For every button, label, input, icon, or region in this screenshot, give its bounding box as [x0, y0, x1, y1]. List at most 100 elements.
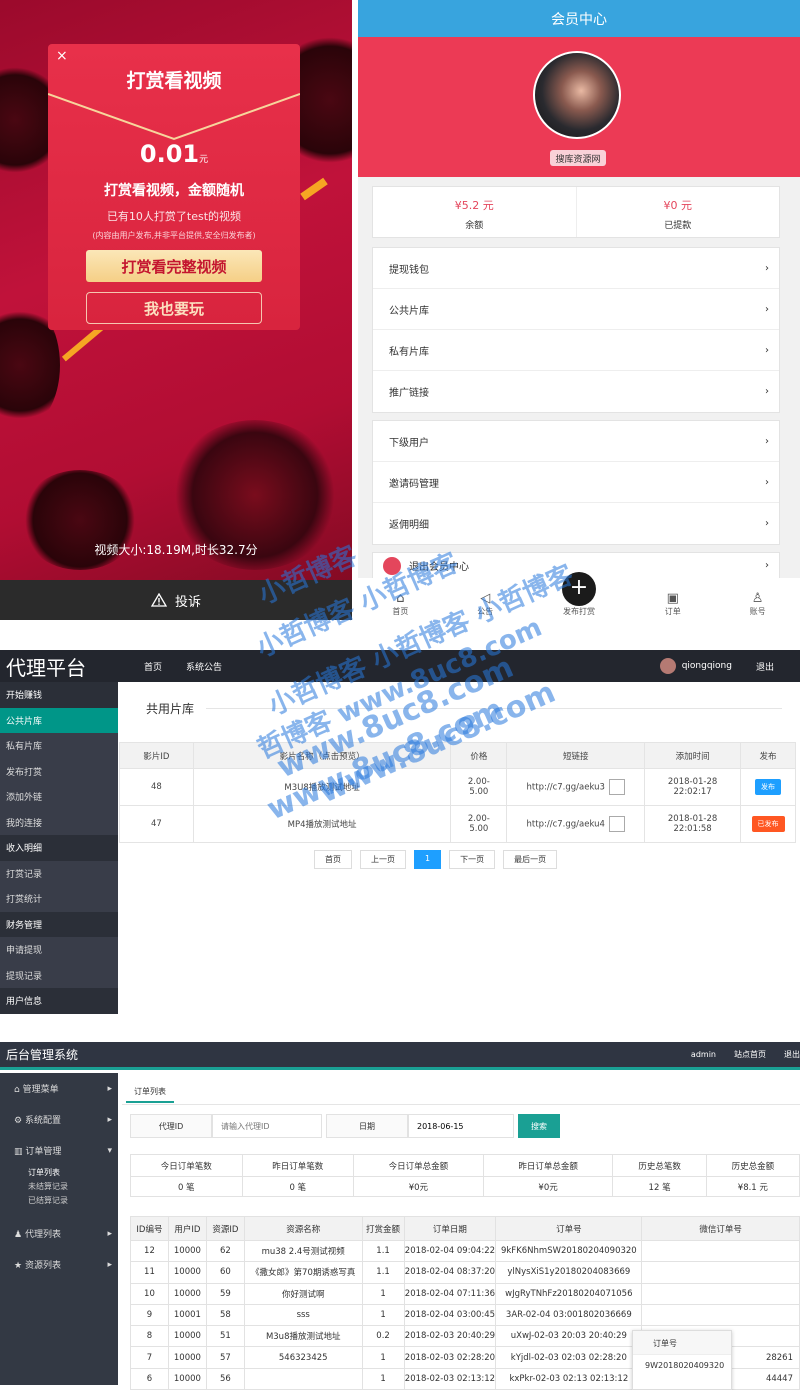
table-row: 12 10000 62 mu38 2.4号测试视频 1.1 2018-02-04 09:0…	[130, 1239, 800, 1263]
cell-time: 2018-01-28 22:02:17	[644, 768, 742, 806]
search-button[interactable]: 搜索	[518, 1114, 560, 1138]
table-cell: 6	[130, 1367, 169, 1390]
table-cell: 7	[130, 1346, 169, 1369]
cell-name[interactable]: M3U8播放测试地址	[192, 768, 452, 806]
cell-link[interactable]: http://c7.gg/aeku4	[506, 805, 646, 843]
sidebar-item[interactable]: 申请提现	[0, 937, 118, 963]
tab-notice[interactable]: ◁ 公告	[477, 591, 493, 617]
menu-item-private-library[interactable]: 私有片库 ›	[373, 330, 779, 371]
column-header: 资源ID	[205, 1216, 245, 1241]
envelope-flap	[48, 93, 300, 141]
menu-item-wallet[interactable]: 提现钱包 ›	[373, 248, 779, 289]
table-cell: 你好测试啊	[243, 1282, 363, 1305]
menu-item-public-library[interactable]: 公共片库 ›	[373, 289, 779, 330]
published-button[interactable]: 已发布	[751, 816, 785, 832]
play-too-button[interactable]: 我也要玩	[86, 292, 262, 324]
sidebar-item[interactable]: 添加外链	[0, 784, 118, 810]
admin-user[interactable]: admin	[691, 1050, 716, 1059]
tab-orders[interactable]: ▣ 订单	[665, 591, 681, 617]
agent-id-input[interactable]	[212, 1114, 322, 1138]
table-cell: wJgRyTNhFz20180204071056	[495, 1282, 643, 1305]
sidebar-item[interactable]: 公共片库	[0, 707, 118, 733]
page-button[interactable]: 下一页	[449, 850, 496, 869]
publish-button[interactable]: 发布	[755, 779, 782, 795]
admin-sidebar: ⌂ 管理菜单 ▸ ⚙ 系统配置 ▸ ▥ 订单管理 ▾ 订单列表 未结算记录 已结算记录…	[0, 1073, 118, 1385]
logout-link[interactable]: 退出	[756, 660, 774, 673]
chevron-right-icon: ›	[765, 303, 769, 315]
short-link[interactable]: http://c7.gg/aeku3	[527, 783, 605, 793]
sidebar-item-config[interactable]: ⚙ 系统配置 ▸	[0, 1104, 118, 1135]
report-bar[interactable]: 投诉	[0, 580, 352, 620]
tab-publish[interactable]: + 发布打赏	[561, 572, 596, 617]
table-cell: 1.1	[361, 1239, 405, 1263]
avatar-label: 搜库资源网	[550, 150, 606, 166]
stat-label: 今日订单总金额	[353, 1154, 484, 1177]
user-icon: ♙	[751, 591, 764, 606]
menu-item-promo-link[interactable]: 推广链接 ›	[373, 371, 779, 412]
logout-icon	[383, 556, 401, 575]
admin-logout[interactable]: 退出	[784, 1049, 800, 1060]
table-row: 47 MP4播放测试地址 2.00- 5.00 http://c7.gg/aeku4 2…	[119, 805, 796, 843]
nav-announcement[interactable]: 系统公告	[186, 660, 222, 673]
sidebar-item-menu[interactable]: ⌂ 管理菜单 ▸	[0, 1073, 118, 1104]
table-cell: 1	[361, 1346, 405, 1369]
user-avatar[interactable]	[659, 658, 676, 674]
tab-order-list[interactable]: 订单列表	[126, 1082, 174, 1103]
stat-label: 昨日订单总金额	[482, 1154, 614, 1177]
cell-name[interactable]: MP4播放测试地址	[192, 805, 452, 843]
qr-image-icon	[608, 816, 625, 832]
divider	[206, 708, 782, 709]
submenu-order-list[interactable]: 订单列表	[28, 1166, 118, 1180]
nav-home[interactable]: 首页	[144, 660, 162, 673]
agent-platform: 代理平台 首页 系统公告 qiongqiong 退出 开始赚钱 公共片库 私有片库发…	[0, 650, 800, 1014]
table-cell: 10000	[167, 1325, 207, 1348]
column-header: 用户ID	[167, 1216, 207, 1241]
menu-item-sub-users[interactable]: 下级用户 ›	[373, 421, 779, 462]
sidebar-item[interactable]: 我的连接	[0, 810, 118, 836]
sidebar-item-agents[interactable]: ♟ 代理列表 ▸	[0, 1218, 118, 1249]
sidebar-item[interactable]: 私有片库	[0, 733, 118, 759]
watch-full-button[interactable]: 打赏看完整视频	[86, 250, 262, 282]
date-input[interactable]	[408, 1114, 514, 1138]
chevron-right-icon: ›	[765, 435, 769, 447]
tab-account[interactable]: ♙ 账号	[750, 591, 766, 617]
table-cell: 10000	[167, 1239, 207, 1263]
sidebar-item[interactable]: 用户信息	[0, 988, 118, 1014]
sidebar-item-resources[interactable]: ★ 资源列表 ▸	[0, 1249, 118, 1280]
orders-submenu: 订单列表 未结算记录 已结算记录	[0, 1166, 118, 1208]
sidebar-item[interactable]: 打赏统计	[0, 886, 118, 912]
withdrawn-value: ¥0 元	[663, 199, 693, 212]
page-button[interactable]: 上一页	[360, 850, 406, 869]
submenu-unsettled[interactable]: 未结算记录	[28, 1180, 118, 1194]
username[interactable]: qiongqiong	[682, 661, 732, 671]
tab-home[interactable]: ⌂ 首页	[392, 591, 408, 617]
page-button[interactable]: 最后一页	[503, 850, 558, 869]
sidebar-item[interactable]: 打赏记录	[0, 861, 118, 887]
table-cell: 2018-02-03 02:28:20	[403, 1346, 497, 1369]
cell-link[interactable]: http://c7.gg/aeku3	[506, 768, 646, 806]
menu-item-invite-codes[interactable]: 邀请码管理 ›	[373, 462, 779, 503]
submenu-settled[interactable]: 已结算记录	[28, 1194, 118, 1208]
table-cell: 2018-02-04 03:00:45	[403, 1303, 497, 1327]
table-cell: 8	[130, 1325, 169, 1348]
section-title: 共用片库	[146, 702, 195, 716]
close-icon[interactable]: ×	[56, 48, 68, 64]
sidebar-item[interactable]: 财务管理	[0, 911, 118, 937]
sidebar-item[interactable]: 提现记录	[0, 963, 118, 989]
table-cell: kxPkr-02-03 02:13 02:13:12	[495, 1367, 643, 1390]
menu-item-commission[interactable]: 返佣明细 ›	[373, 503, 779, 544]
site-home-link[interactable]: 站点首页	[734, 1049, 766, 1060]
short-link[interactable]: http://c7.gg/aeku4	[527, 820, 605, 830]
sidebar-item[interactable]: 收入明细	[0, 835, 118, 861]
sidebar-item[interactable]: 开始赚钱	[0, 682, 118, 708]
table-cell: 56	[205, 1367, 245, 1390]
filter-bar: 代理ID 日期 搜索	[130, 1114, 560, 1138]
wallet-summary: ¥5.2 元 余额 ¥0 元 已提款	[372, 186, 780, 238]
page-button[interactable]: 首页	[314, 850, 352, 869]
avatar[interactable]	[533, 51, 621, 139]
sidebar-item-orders[interactable]: ▥ 订单管理 ▾	[0, 1135, 118, 1166]
table-cell: 11	[130, 1261, 169, 1284]
sidebar-item[interactable]: 发布打赏	[0, 759, 118, 785]
table-cell	[641, 1261, 800, 1284]
page-button[interactable]: 1	[414, 850, 442, 869]
